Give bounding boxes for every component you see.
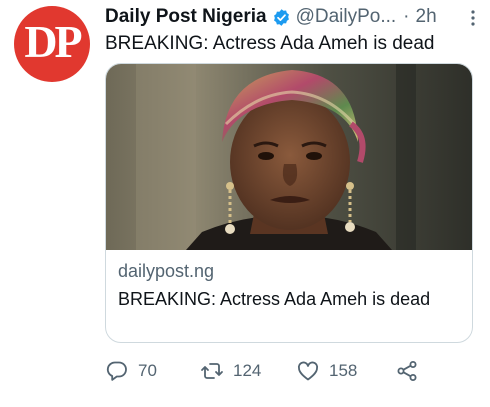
tweet-text: BREAKING: Actress Ada Ameh is dead [105,33,435,54]
like-button[interactable]: 158 [296,358,357,384]
like-count: 158 [329,361,358,380]
separator-dot: · [403,6,410,27]
retweet-count: 124 [233,361,262,380]
heart-icon [297,361,319,381]
avatar[interactable]: DP [14,6,90,82]
share-button[interactable] [395,358,419,384]
tweet-header: Daily Post Nigeria @DailyPo... · 2h [105,6,480,28]
retweet-icon [201,363,223,379]
user-handle[interactable]: @DailyPo... [296,6,397,28]
more-dots-icon[interactable] [470,8,476,28]
timestamp[interactable]: 2h [416,6,437,28]
card-image[interactable] [106,64,472,250]
tweet-actions: 70 124 158 [105,358,435,384]
display-name[interactable]: Daily Post Nigeria [105,6,267,28]
avatar-logo: DP [24,16,82,67]
card-domain: dailypost.ng [118,261,215,281]
link-card[interactable]: dailypost.ng BREAKING: Actress Ada Ameh … [105,63,473,343]
tweet[interactable]: DP Daily Post Nigeria @DailyPo... · 2h B… [0,0,490,407]
reply-button[interactable]: 70 [105,358,157,384]
share-icon [397,361,417,381]
retweet-button[interactable]: 124 [200,358,261,384]
reply-icon [106,361,127,381]
reply-count: 70 [138,361,157,380]
verified-badge-icon [273,8,289,26]
card-title: BREAKING: Actress Ada Ameh is dead [118,289,431,309]
